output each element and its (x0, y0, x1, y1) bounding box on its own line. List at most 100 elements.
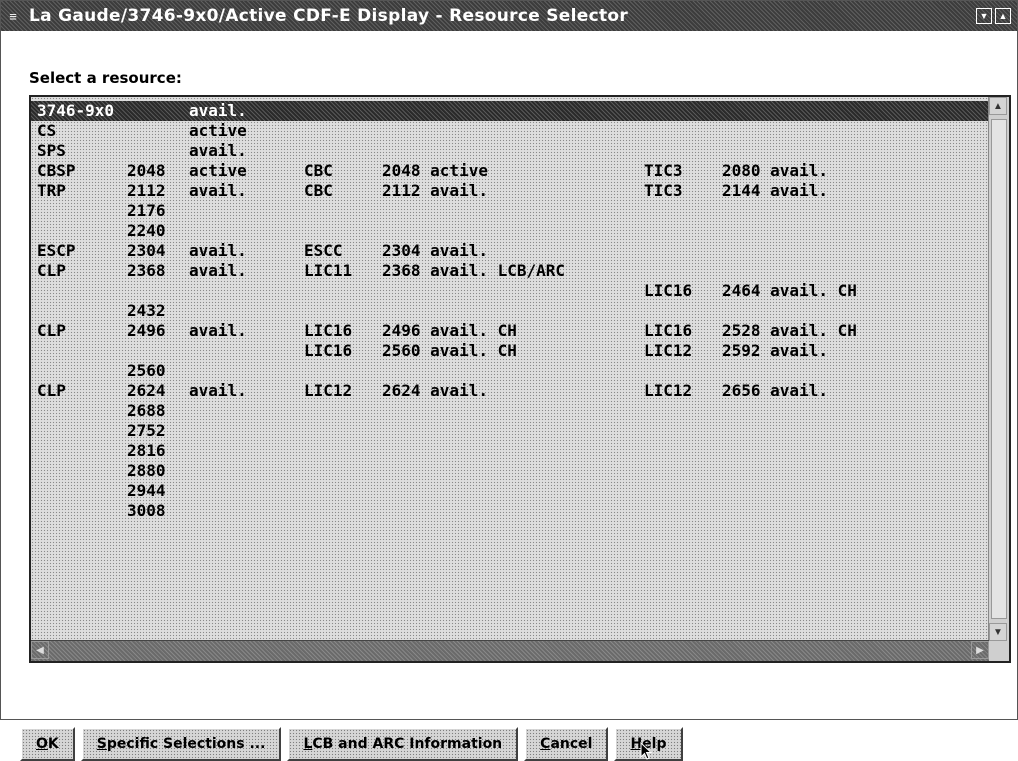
resource-list-rows: 3746-9x0 avail. CS active SPS avail. CBSP 2048 a… (31, 101, 989, 637)
resource-listbox[interactable]: 3746-9x0 avail. CS active SPS avail. CBSP 2048 a… (29, 95, 1011, 663)
list-cell: 2592 avail. (722, 341, 828, 360)
maximize-icon[interactable]: ▲ (995, 8, 1011, 24)
list-cell: 2496 (127, 321, 166, 340)
dialog-button-bar: O K Specific Selections ... L CB and ARC Inf… (20, 727, 683, 761)
list-cell: avail. (189, 241, 247, 260)
button-mnemonic: C (540, 736, 551, 752)
button-mnemonic: L (303, 736, 313, 752)
list-item[interactable]: CLP 2624 avail. LIC12 2624 avail. LIC12 2656 a… (31, 381, 989, 401)
list-cell: 2112 (127, 181, 166, 200)
list-cell: LIC11 (304, 261, 353, 280)
list-item[interactable]: 2560 (31, 361, 989, 381)
list-cell: 2048 (127, 161, 166, 180)
list-item[interactable]: 3746-9x0 avail. (31, 101, 989, 121)
list-cell: 2144 avail. (722, 181, 828, 200)
list-item[interactable]: 3008 (31, 501, 989, 521)
list-item[interactable]: TRP 2112 avail. CBC 2112 avail. TIC3 2144 avai… (31, 181, 989, 201)
cancel-button[interactable]: Cancel (524, 727, 609, 761)
button-label: K (47, 736, 59, 752)
list-cell: 2528 avail. CH (722, 321, 857, 340)
list-cell: LIC16 (644, 281, 693, 300)
list-cell: CLP (37, 321, 66, 340)
list-item[interactable]: 2752 (31, 421, 989, 441)
list-cell: avail. (189, 181, 247, 200)
scroll-down-icon[interactable]: ▼ (989, 623, 1007, 641)
list-cell: 3746-9x0 (37, 101, 115, 120)
list-cell: 2432 (127, 301, 166, 320)
list-cell: CLP (37, 381, 66, 400)
list-cell: 2304 (127, 241, 166, 260)
list-cell: CLP (37, 261, 66, 280)
list-cell: 2880 (127, 461, 166, 480)
list-cell: TRP (37, 181, 66, 200)
list-cell: 2624 (127, 381, 166, 400)
list-cell: avail. (189, 381, 247, 400)
list-cell: 2560 avail. CH (382, 341, 517, 360)
list-item[interactable]: ESCP 2304 avail. ESCC 2304 avail. (31, 241, 989, 261)
button-mnemonic: O (36, 736, 48, 752)
list-item[interactable]: 2176 (31, 201, 989, 221)
list-cell: CS (37, 121, 57, 140)
vertical-scroll-thumb[interactable] (991, 119, 1007, 619)
list-cell: 2464 avail. CH (722, 281, 857, 300)
scroll-up-icon[interactable]: ▲ (989, 97, 1007, 115)
list-cell: 2048 active (382, 161, 488, 180)
list-cell: TIC3 (644, 181, 683, 200)
scroll-left-icon[interactable]: ◀ (31, 641, 49, 659)
minimize-icon[interactable]: ▼ (976, 8, 992, 24)
list-cell: avail. (189, 101, 247, 120)
list-item[interactable]: 2816 (31, 441, 989, 461)
list-item[interactable]: 2944 (31, 481, 989, 501)
system-menu-icon[interactable]: ≡ (1, 1, 25, 31)
list-cell: 2112 avail. (382, 181, 488, 200)
list-cell: LIC16 (304, 341, 353, 360)
list-item[interactable]: CBSP 2048 active CBC 2048 active TIC3 2080 ava… (31, 161, 989, 181)
list-cell: 2176 (127, 201, 166, 220)
button-label: CB and ARC Information (312, 736, 503, 752)
list-cell: 2752 (127, 421, 166, 440)
list-cell: avail. (189, 321, 247, 340)
list-item[interactable]: LIC16 2464 avail. CH (31, 281, 989, 301)
specific-selections-button[interactable]: Specific Selections ... (80, 727, 282, 761)
list-cell: 2624 avail. (382, 381, 488, 400)
list-item[interactable]: 2880 (31, 461, 989, 481)
list-item[interactable]: CS active (31, 121, 989, 141)
list-item[interactable]: LIC16 2560 avail. CH LIC12 2592 avail. (31, 341, 989, 361)
list-cell: 2368 avail. LCB/ARC (382, 261, 566, 280)
list-cell: LIC12 (644, 381, 693, 400)
ok-button[interactable]: OK (20, 727, 75, 761)
list-cell: avail. (189, 141, 247, 160)
title-bar[interactable]: ≡ La Gaude/3746-9x0/Active CDF-E Display… (1, 1, 1017, 31)
list-cell: 2304 avail. (382, 241, 488, 260)
list-cell: ESCC (304, 241, 343, 260)
list-cell: LIC16 (644, 321, 693, 340)
list-cell: LIC12 (304, 381, 353, 400)
scroll-right-icon[interactable]: ▶ (971, 641, 989, 659)
list-item[interactable]: 2240 (31, 221, 989, 241)
list-item[interactable]: SPS avail. (31, 141, 989, 161)
list-cell: TIC3 (644, 161, 683, 180)
list-cell: 2496 avail. CH (382, 321, 517, 340)
list-item[interactable]: 2688 (31, 401, 989, 421)
vertical-scrollbar[interactable]: ▲ ▼ (988, 97, 1009, 641)
button-label: ancel (550, 736, 593, 752)
list-cell: active (189, 161, 247, 180)
lcb-arc-information-button[interactable]: L CB and ARC Information (287, 727, 519, 761)
list-item[interactable]: CLP 2496 avail. LIC16 2496 avail. CH LIC16 252… (31, 321, 989, 341)
list-cell: CBSP (37, 161, 76, 180)
list-cell: 2368 (127, 261, 166, 280)
scrollbar-corner (989, 641, 1009, 661)
list-cell: 2688 (127, 401, 166, 420)
list-cell: 2816 (127, 441, 166, 460)
list-item[interactable]: CLP 2368 avail. LIC11 2368 avail. LCB/ARC (31, 261, 989, 281)
list-cell: CBC (304, 161, 333, 180)
list-cell: 3008 (127, 501, 166, 520)
list-cell: 2240 (127, 221, 166, 240)
button-mnemonic: S (96, 736, 107, 752)
list-cell: ESCP (37, 241, 76, 260)
resource-selector-window: ≡ La Gaude/3746-9x0/Active CDF-E Display… (0, 0, 1018, 720)
list-cell: 2080 avail. (722, 161, 828, 180)
list-item[interactable]: 2432 (31, 301, 989, 321)
mouse-pointer-icon (640, 742, 653, 760)
horizontal-scrollbar[interactable]: ◀ ▶ (31, 640, 989, 661)
